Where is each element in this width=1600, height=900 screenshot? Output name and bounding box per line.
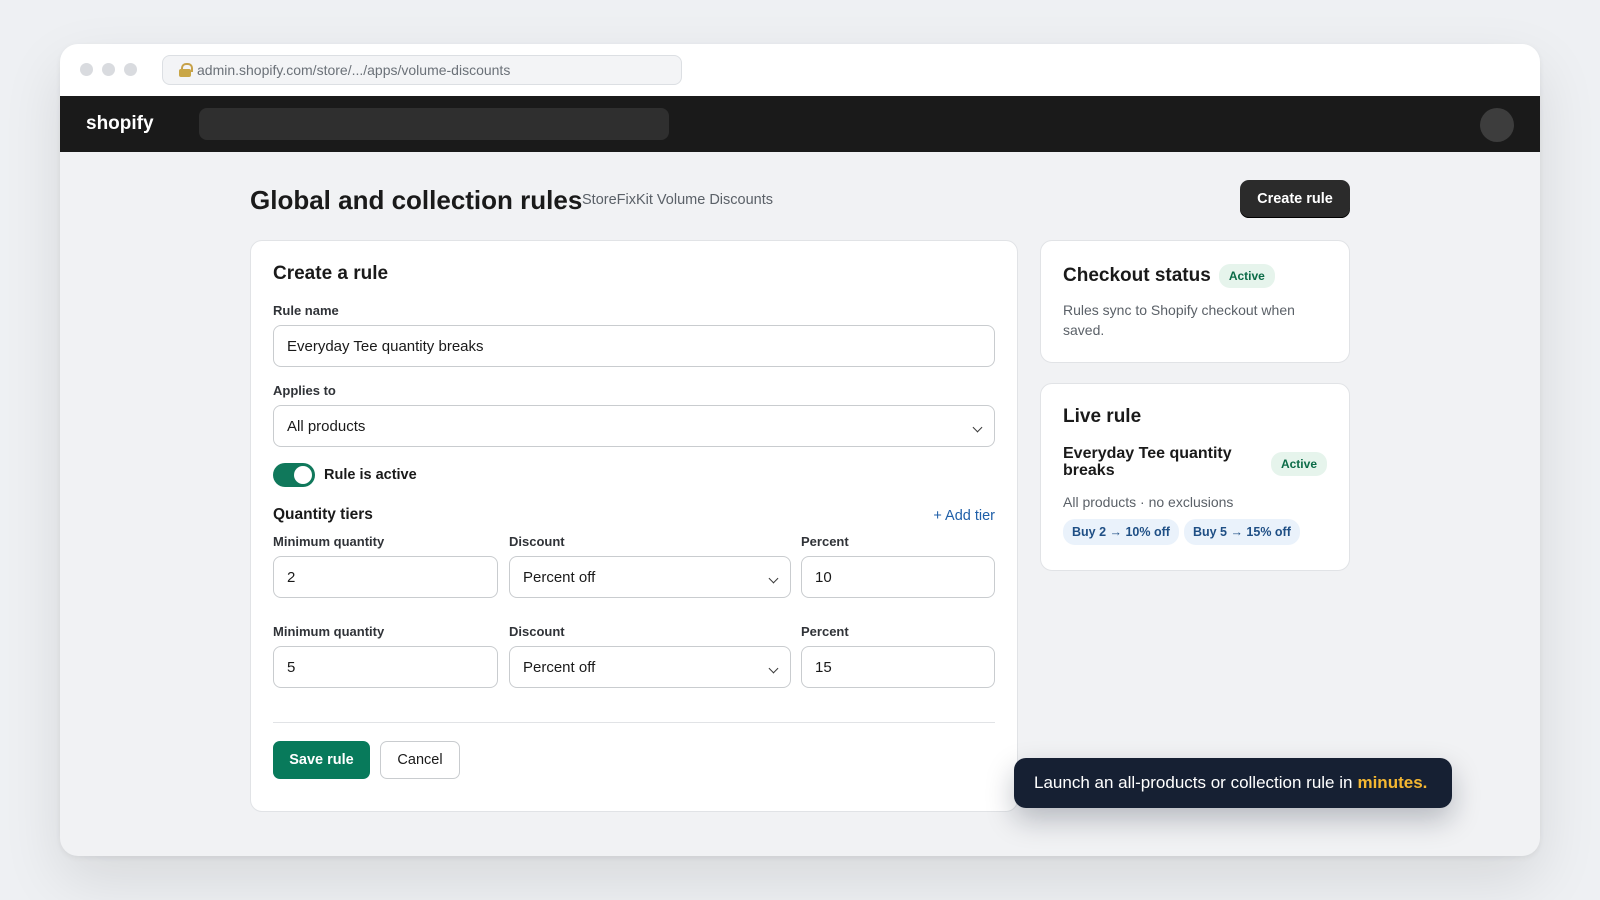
live-rule-scope: All products · no exclusions bbox=[1063, 494, 1234, 510]
admin-topbar: shopify bbox=[60, 96, 1540, 152]
chevron-down-icon bbox=[768, 663, 779, 674]
checkout-status-card: Checkout status Active Rules sync to Sho… bbox=[1040, 240, 1350, 363]
checkout-status-title: Checkout status bbox=[1063, 265, 1211, 286]
avatar[interactable] bbox=[1480, 108, 1514, 142]
live-rule-card: Live rule Everyday Tee quantity breaks A… bbox=[1040, 383, 1350, 571]
rule-active-label: Rule is active bbox=[324, 467, 417, 483]
status-badge: Active bbox=[1270, 452, 1327, 476]
create-rule-card: Create a rule Rule name Everyday Tee qua… bbox=[250, 240, 1018, 812]
toggle-knob bbox=[294, 466, 312, 484]
admin-search-input[interactable] bbox=[199, 108, 669, 140]
form-divider bbox=[273, 722, 995, 723]
tier-chip-list: Buy 2 → 10% off Buy 5 → 15% off bbox=[1063, 519, 1305, 545]
cancel-button[interactable]: Cancel bbox=[380, 741, 460, 779]
save-rule-button[interactable]: Save rule bbox=[273, 741, 370, 779]
address-bar[interactable]: admin.shopify.com/store/.../apps/volume-… bbox=[162, 55, 682, 85]
applies-to-label: Applies to bbox=[273, 383, 336, 398]
rule-active-toggle[interactable] bbox=[273, 463, 315, 487]
checkout-status-description: Rules sync to Shopify checkout when save… bbox=[1063, 302, 1295, 338]
shopify-logo[interactable]: shopify bbox=[86, 113, 154, 135]
tier-percent-value: 15 bbox=[815, 658, 832, 676]
page-subtitle: StoreFixKit Volume Discounts bbox=[582, 192, 773, 208]
window-close-dot[interactable] bbox=[80, 63, 93, 76]
tier-min-label: Minimum quantity bbox=[273, 624, 385, 639]
url-text: admin.shopify.com/store/.../apps/volume-… bbox=[197, 62, 511, 78]
tier-1-discount-select[interactable]: Percent off bbox=[509, 556, 791, 598]
tier-chip: Buy 2 → 10% off bbox=[1063, 519, 1179, 545]
tier-discount-label: Discount bbox=[509, 624, 565, 639]
promo-toast: Launch an all-products or collection rul… bbox=[1014, 758, 1452, 808]
status-badge: Active bbox=[1218, 264, 1275, 288]
live-rule-name: Everyday Tee quantity breaks bbox=[1063, 445, 1232, 479]
lock-icon bbox=[179, 63, 193, 77]
tier-1-min-quantity-input[interactable]: 2 bbox=[273, 556, 498, 598]
create-rule-button[interactable]: Create rule bbox=[1240, 180, 1350, 218]
rule-name-value: Everyday Tee quantity breaks bbox=[287, 337, 484, 355]
tier-discount-value: Percent off bbox=[523, 658, 596, 676]
rule-name-input[interactable]: Everyday Tee quantity breaks bbox=[273, 325, 995, 367]
chevron-down-icon bbox=[768, 573, 779, 584]
tier-discount-value: Percent off bbox=[523, 568, 596, 586]
tier-min-value: 2 bbox=[287, 568, 296, 586]
tier-discount-label: Discount bbox=[509, 534, 565, 549]
page-title: Global and collection rules bbox=[250, 185, 583, 215]
window-minimize-dot[interactable] bbox=[102, 63, 115, 76]
tier-min-value: 5 bbox=[287, 658, 296, 676]
tier-1-percent-input[interactable]: 10 bbox=[801, 556, 995, 598]
tier-2-discount-select[interactable]: Percent off bbox=[509, 646, 791, 688]
rule-name-label: Rule name bbox=[273, 303, 339, 318]
tier-2-min-quantity-input[interactable]: 5 bbox=[273, 646, 498, 688]
toast-highlight: minutes. bbox=[1357, 773, 1428, 792]
tier-chip: Buy 5 → 15% off bbox=[1183, 519, 1300, 545]
applies-to-select[interactable]: All products bbox=[273, 405, 995, 447]
tier-percent-label: Percent bbox=[801, 624, 849, 639]
browser-window: admin.shopify.com/store/.../apps/volume-… bbox=[60, 44, 1540, 856]
tier-percent-value: 10 bbox=[815, 568, 832, 586]
quantity-tiers-title: Quantity tiers bbox=[273, 506, 373, 523]
browser-chrome: admin.shopify.com/store/.../apps/volume-… bbox=[60, 44, 1540, 96]
tier-2-percent-input[interactable]: 15 bbox=[801, 646, 995, 688]
add-tier-link[interactable]: + Add tier bbox=[933, 508, 995, 524]
tier-min-label: Minimum quantity bbox=[273, 534, 385, 549]
live-rule-title: Live rule bbox=[1063, 406, 1142, 427]
applies-to-value: All products bbox=[287, 417, 366, 435]
toast-text: Launch an all-products or collection rul… bbox=[1034, 773, 1353, 792]
form-title: Create a rule bbox=[273, 263, 389, 284]
window-maximize-dot[interactable] bbox=[124, 63, 137, 76]
tier-percent-label: Percent bbox=[801, 534, 849, 549]
chevron-down-icon bbox=[972, 422, 983, 433]
